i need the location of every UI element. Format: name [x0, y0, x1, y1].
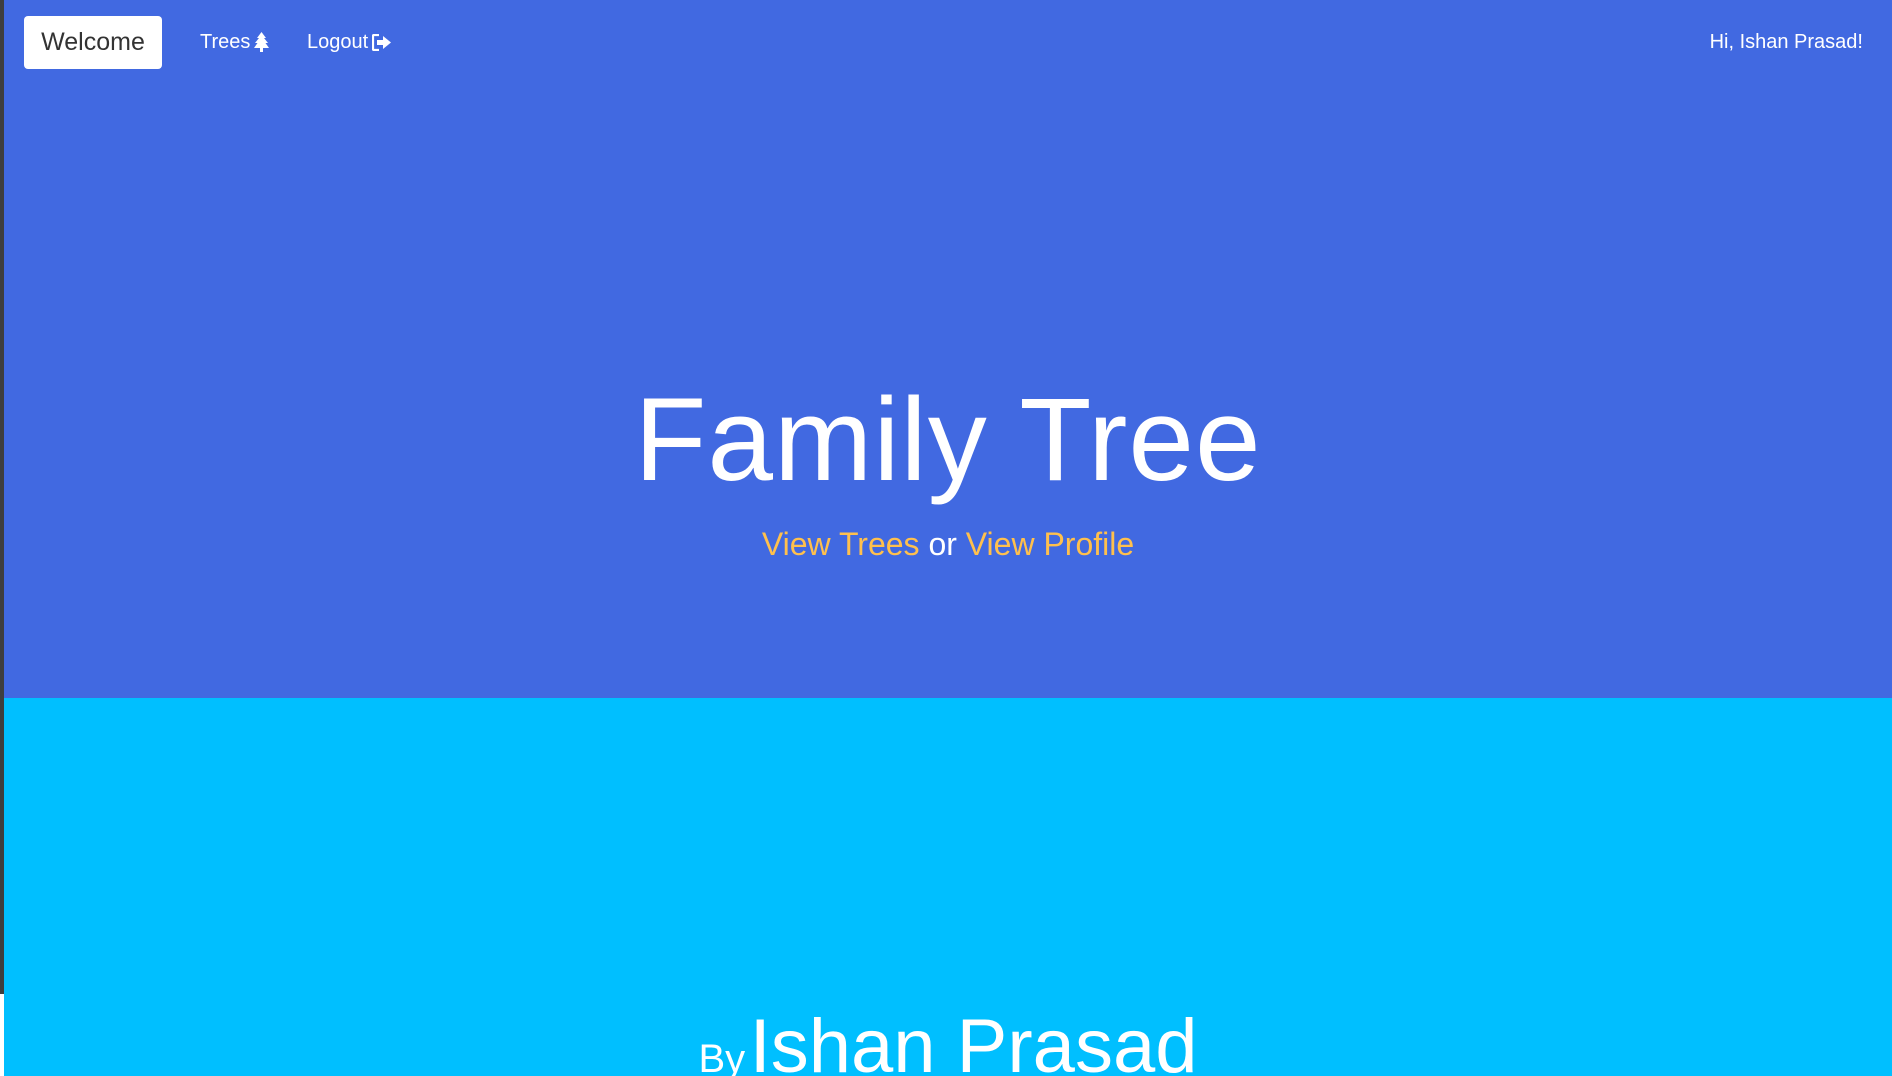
page-title: Family Tree	[634, 374, 1262, 506]
user-greeting: Hi, Ishan Prasad!	[1709, 31, 1863, 53]
logout-nav-link[interactable]: Logout	[307, 26, 392, 58]
trees-nav-link[interactable]: Trees	[200, 26, 270, 58]
trees-nav-label: Trees	[200, 31, 251, 53]
view-trees-link[interactable]: View Trees	[762, 526, 920, 562]
welcome-button[interactable]: Welcome	[24, 16, 162, 69]
hero-links-separator: or	[928, 526, 957, 562]
navbar: Welcome Trees Logout Hi, Ishan Prasad!	[4, 0, 1892, 84]
sign-out-icon	[372, 33, 392, 51]
logout-nav-label: Logout	[307, 31, 369, 53]
author-by-label: By	[698, 1037, 746, 1076]
hero-links: View Trees or View Profile	[4, 522, 1892, 566]
hero-section: Family Tree View Trees or View Profile	[4, 0, 1892, 698]
author-section: By Ishan Prasad	[4, 698, 1892, 1076]
author-name: Ishan Prasad	[749, 1004, 1198, 1076]
tree-icon	[254, 32, 270, 52]
view-profile-link[interactable]: View Profile	[966, 526, 1134, 562]
author-credit: By Ishan Prasad	[4, 1003, 1892, 1076]
